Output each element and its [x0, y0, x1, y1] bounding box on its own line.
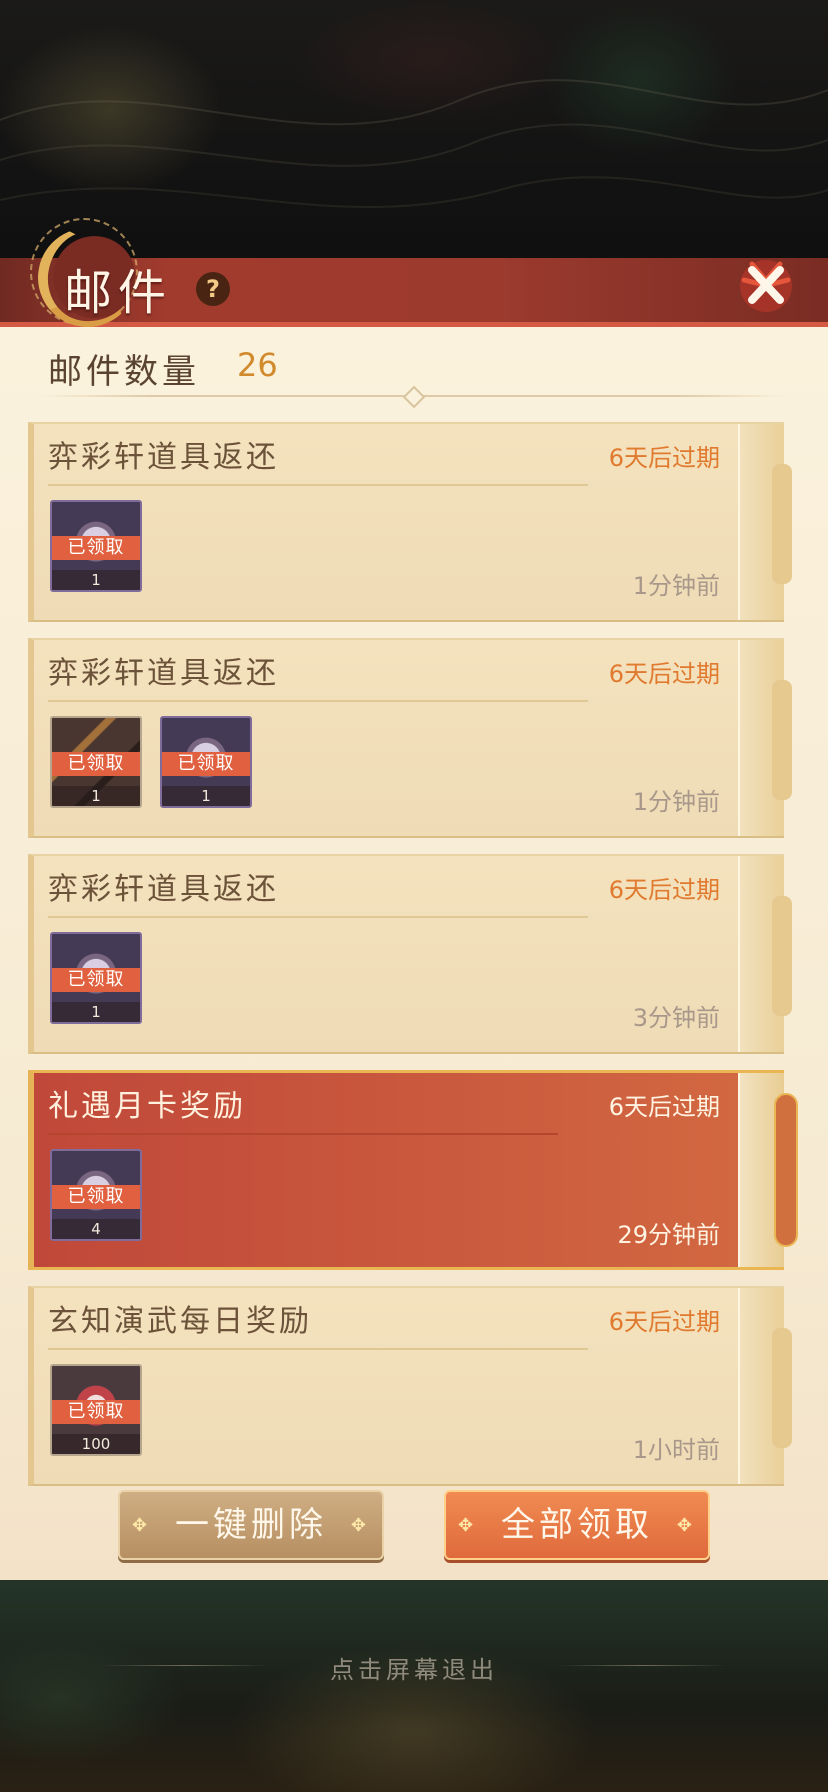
mail-count-label: 邮件数量	[48, 352, 200, 392]
item-quantity: 100	[52, 1434, 140, 1454]
mail-title-underline	[48, 700, 588, 702]
bottom-background[interactable]	[0, 1580, 828, 1792]
mail-title: 弈彩轩道具返还	[48, 440, 279, 475]
mail-title: 玄知演武每日奖励	[48, 1304, 312, 1339]
scroll-tab-decoration	[738, 856, 792, 1052]
mail-expire: 6天后过期	[608, 1093, 720, 1121]
mail-title-underline	[48, 484, 588, 486]
mail-time: 3分钟前	[632, 1004, 720, 1032]
ornament-icon: ✥	[458, 1515, 478, 1536]
attachment-item-icon[interactable]: 已领取 1	[50, 932, 142, 1024]
mail-title-underline	[48, 916, 588, 918]
claimed-badge: 已领取	[52, 1400, 140, 1424]
claim-all-label: 全部领取	[501, 1505, 653, 1545]
mail-card[interactable]: 弈彩轩道具返还 6天后过期已领取 1 1分钟前	[28, 422, 792, 622]
scroll-tab-decoration	[738, 1073, 798, 1267]
item-quantity: 1	[52, 570, 140, 590]
mail-card[interactable]: 礼遇月卡奖励 6天后过期已领取 4 29分钟前	[28, 1070, 798, 1270]
mail-card[interactable]: 弈彩轩道具返还 6天后过期已领取 1 3分钟前	[28, 854, 792, 1054]
mail-attachments: 已领取 1	[50, 932, 142, 1024]
delete-all-button[interactable]: ✥ 一键删除 ✥	[118, 1490, 384, 1560]
mail-expire: 6天后过期	[608, 876, 720, 904]
help-icon[interactable]: ?	[196, 272, 230, 306]
item-quantity: 1	[52, 1002, 140, 1022]
claim-all-button[interactable]: ✥ 全部领取 ✥	[444, 1490, 710, 1560]
mail-title: 弈彩轩道具返还	[48, 656, 279, 691]
mail-time: 1分钟前	[632, 788, 720, 816]
mail-time: 1分钟前	[632, 572, 720, 600]
mail-expire: 6天后过期	[608, 444, 720, 472]
mail-title-underline	[48, 1348, 588, 1350]
attachment-item-icon[interactable]: 已领取 100	[50, 1364, 142, 1456]
item-quantity: 4	[52, 1219, 140, 1239]
scroll-tab-decoration	[738, 424, 792, 620]
mail-count-value: 26	[237, 346, 278, 384]
mail-attachments: 已领取 100	[50, 1364, 142, 1456]
claimed-badge: 已领取	[52, 968, 140, 992]
attachment-item-icon[interactable]: 已领取 4	[50, 1149, 142, 1241]
mail-time: 29分钟前	[617, 1221, 720, 1249]
mail-card[interactable]: 弈彩轩道具返还 6天后过期已领取 1 已领取 1 1分钟前	[28, 638, 792, 838]
attachment-item-icon[interactable]: 已领取 1	[50, 500, 142, 592]
exit-hint[interactable]: 点击屏幕退出	[0, 1650, 828, 1685]
ornament-icon: ✥	[132, 1515, 152, 1536]
page-title: 邮件	[64, 265, 173, 321]
attachment-item-icon[interactable]: 已领取 1	[160, 716, 252, 808]
mail-title: 弈彩轩道具返还	[48, 872, 279, 907]
close-icon[interactable]	[730, 250, 802, 322]
attachment-item-icon[interactable]: 已领取 1	[50, 716, 142, 808]
mail-card[interactable]: 玄知演武每日奖励 6天后过期已领取 100 1小时前	[28, 1286, 792, 1486]
item-quantity: 1	[162, 786, 250, 806]
mail-expire: 6天后过期	[608, 1308, 720, 1336]
mail-attachments: 已领取 1 已领取 1	[50, 716, 252, 808]
mail-attachments: 已领取 4	[50, 1149, 142, 1241]
mail-list[interactable]: 弈彩轩道具返还 6天后过期 已领取 1 1分钟前 弈彩轩道具返还 6天后过期 已领取 1 已领取 1…	[28, 422, 798, 1502]
claimed-badge: 已领取	[162, 752, 250, 776]
delete-all-label: 一键删除	[175, 1505, 327, 1545]
top-background	[0, 0, 828, 270]
claimed-badge: 已领取	[52, 536, 140, 560]
scroll-tab-decoration	[738, 1288, 792, 1484]
claimed-badge: 已领取	[52, 1185, 140, 1209]
mail-title-underline	[48, 1133, 558, 1135]
claimed-badge: 已领取	[52, 752, 140, 776]
mail-time: 1小时前	[632, 1436, 720, 1464]
mail-title: 礼遇月卡奖励	[48, 1089, 246, 1124]
ornament-icon: ✥	[350, 1515, 370, 1536]
scroll-tab-decoration	[738, 640, 792, 836]
ornament-icon: ✥	[676, 1515, 696, 1536]
item-quantity: 1	[52, 786, 140, 806]
mail-expire: 6天后过期	[608, 660, 720, 688]
mail-attachments: 已领取 1	[50, 500, 142, 592]
